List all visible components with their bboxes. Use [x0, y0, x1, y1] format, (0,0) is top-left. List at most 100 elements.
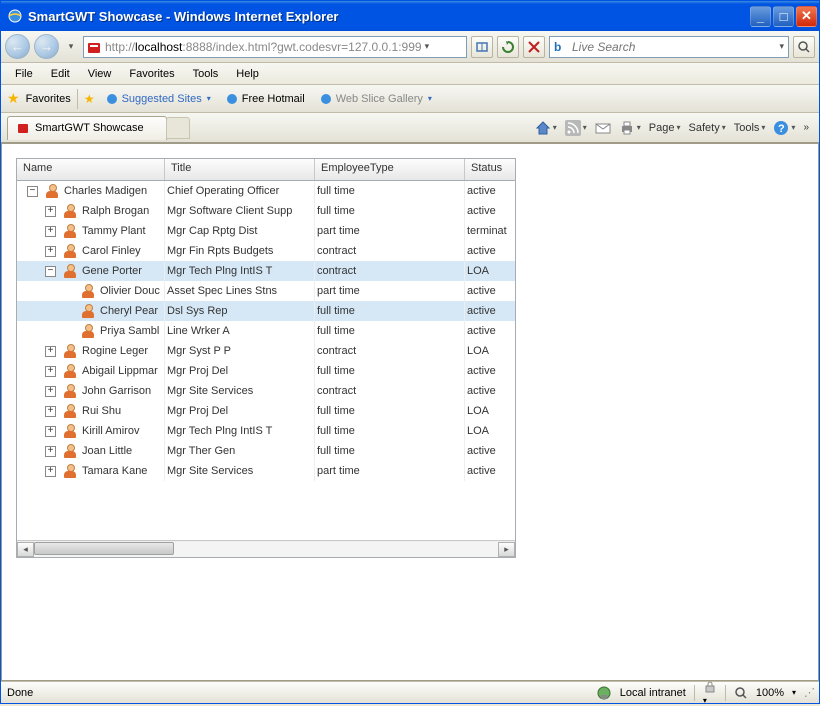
menu-edit[interactable]: Edit: [43, 66, 78, 82]
table-row[interactable]: +Rogine LegerMgr Syst P PcontractLOA: [17, 341, 515, 361]
table-row[interactable]: Olivier DoucAsset Spec Lines Stnspart ti…: [17, 281, 515, 301]
col-header-status[interactable]: Status: [465, 159, 515, 180]
table-row[interactable]: +Abigail LippmarMgr Proj Delfull timeact…: [17, 361, 515, 381]
web-slice-link[interactable]: Web Slice Gallery▾: [315, 90, 436, 108]
collapse-icon[interactable]: −: [45, 266, 56, 277]
scroll-left-button[interactable]: ◂: [17, 542, 34, 557]
table-row[interactable]: +John GarrisonMgr Site Servicescontracta…: [17, 381, 515, 401]
scroll-thumb[interactable]: [34, 542, 174, 555]
grid-horizontal-scrollbar[interactable]: ◂ ▸: [17, 540, 515, 557]
collapse-icon[interactable]: −: [27, 186, 38, 197]
grid-body[interactable]: −Charles MadigenChief Operating Officerf…: [17, 181, 515, 540]
table-row[interactable]: +Tammy PlantMgr Cap Rptg Distpart timete…: [17, 221, 515, 241]
col-header-title[interactable]: Title: [165, 159, 315, 180]
titlebar[interactable]: SmartGWT Showcase - Windows Internet Exp…: [1, 1, 819, 31]
expand-icon[interactable]: +: [45, 406, 56, 417]
search-box[interactable]: b ▾: [549, 36, 789, 58]
cell-name: +Tamara Kane: [17, 461, 165, 481]
help-button[interactable]: ?▾: [769, 118, 799, 138]
address-bar[interactable]: http://localhost:8888/index.html?gwt.cod…: [83, 36, 467, 58]
security-zone: Local intranet: [620, 687, 686, 699]
cell-name: Olivier Douc: [17, 281, 165, 301]
address-dropdown-icon[interactable]: ▾: [422, 41, 433, 52]
table-row[interactable]: Priya SamblLine Wrker Afull timeactive: [17, 321, 515, 341]
search-input[interactable]: [572, 40, 775, 54]
cell-name: +John Garrison: [17, 381, 165, 401]
zoom-icon[interactable]: [734, 686, 748, 700]
back-button[interactable]: ←: [5, 34, 30, 59]
cell-title: Mgr Site Services: [165, 461, 315, 481]
menu-help[interactable]: Help: [228, 66, 267, 82]
recent-dropdown[interactable]: ▾: [63, 35, 79, 59]
expand-icon[interactable]: +: [45, 466, 56, 477]
more-chevron-icon[interactable]: »: [799, 120, 813, 135]
cell-type: full time: [315, 361, 465, 381]
menu-file[interactable]: File: [7, 66, 41, 82]
resize-grip-icon[interactable]: ⋰: [804, 686, 813, 699]
zoom-dropdown-icon[interactable]: ▾: [792, 688, 796, 697]
col-header-type[interactable]: EmployeeType: [315, 159, 465, 180]
employee-name: Gene Porter: [82, 265, 142, 277]
expand-icon[interactable]: +: [45, 226, 56, 237]
free-hotmail-link[interactable]: Free Hotmail: [221, 90, 309, 108]
cell-type: full time: [315, 401, 465, 421]
stop-button[interactable]: [523, 36, 545, 58]
expand-icon[interactable]: +: [45, 386, 56, 397]
tools-menu[interactable]: Tools▾: [730, 120, 770, 136]
employee-name: Charles Madigen: [64, 185, 147, 197]
add-favorite-icon[interactable]: ★: [84, 92, 95, 106]
home-button[interactable]: ▾: [531, 118, 561, 138]
table-row[interactable]: +Carol FinleyMgr Fin Rpts Budgetscontrac…: [17, 241, 515, 261]
print-button[interactable]: ▾: [615, 118, 645, 138]
table-row[interactable]: +Rui ShuMgr Proj Delfull timeLOA: [17, 401, 515, 421]
expand-icon[interactable]: +: [45, 426, 56, 437]
employee-name: Joan Little: [82, 445, 132, 457]
cell-status: LOA: [465, 261, 515, 281]
close-button[interactable]: ✕: [796, 6, 817, 27]
expand-icon[interactable]: +: [45, 206, 56, 217]
expand-icon[interactable]: +: [45, 366, 56, 377]
table-row[interactable]: −Charles MadigenChief Operating Officerf…: [17, 181, 515, 201]
suggested-sites-link[interactable]: Suggested Sites▾: [101, 90, 215, 108]
cell-status: LOA: [465, 401, 515, 421]
expand-icon[interactable]: +: [45, 446, 56, 457]
table-row[interactable]: +Ralph BroganMgr Software Client Suppful…: [17, 201, 515, 221]
col-header-name[interactable]: Name: [17, 159, 165, 180]
menu-view[interactable]: View: [80, 66, 120, 82]
expand-icon[interactable]: +: [45, 246, 56, 257]
safety-menu[interactable]: Safety▾: [685, 120, 730, 136]
forward-button[interactable]: →: [34, 34, 59, 59]
minimize-button[interactable]: _: [750, 6, 771, 27]
table-row[interactable]: −Gene PorterMgr Tech Plng IntIS Tcontrac…: [17, 261, 515, 281]
expand-icon[interactable]: +: [45, 346, 56, 357]
search-dropdown-icon[interactable]: ▾: [779, 41, 784, 52]
table-row[interactable]: +Kirill AmirovMgr Tech Plng IntIS Tfull …: [17, 421, 515, 441]
scroll-track[interactable]: [34, 542, 498, 557]
employee-tree-grid[interactable]: Name Title EmployeeType Status − Charles …: [16, 158, 516, 558]
favorites-star-icon[interactable]: ★: [7, 90, 20, 107]
cell-name: +Rogine Leger: [17, 341, 165, 361]
scroll-right-button[interactable]: ▸: [498, 542, 515, 557]
menu-favorites[interactable]: Favorites: [121, 66, 182, 82]
zoom-level[interactable]: 100%: [756, 687, 784, 699]
cell-name: +Kirill Amirov: [17, 421, 165, 441]
search-go-button[interactable]: [793, 36, 815, 58]
feeds-button[interactable]: ▾: [561, 118, 591, 138]
maximize-button[interactable]: □: [773, 6, 794, 27]
table-row[interactable]: +Joan LittleMgr Ther Genfull timeactive: [17, 441, 515, 461]
page-menu[interactable]: Page▾: [645, 120, 685, 136]
cell-title: Mgr Tech Plng IntIS T: [165, 261, 315, 281]
compat-view-button[interactable]: [471, 36, 493, 58]
cell-title: Mgr Site Services: [165, 381, 315, 401]
new-tab-button[interactable]: [166, 117, 190, 139]
table-row[interactable]: +Tamara KaneMgr Site Servicespart timeac…: [17, 461, 515, 481]
favorites-label[interactable]: Favorites: [26, 93, 71, 105]
protected-mode-icon[interactable]: ▾: [703, 680, 717, 706]
refresh-button[interactable]: [497, 36, 519, 58]
browser-tab[interactable]: SmartGWT Showcase: [7, 116, 167, 140]
table-row[interactable]: Cheryl PearDsl Sys Repfull timeactive: [17, 301, 515, 321]
read-mail-button[interactable]: [591, 119, 615, 137]
menu-tools[interactable]: Tools: [185, 66, 227, 82]
svg-text:b: b: [554, 40, 561, 54]
employee-name: Ralph Brogan: [82, 205, 149, 217]
